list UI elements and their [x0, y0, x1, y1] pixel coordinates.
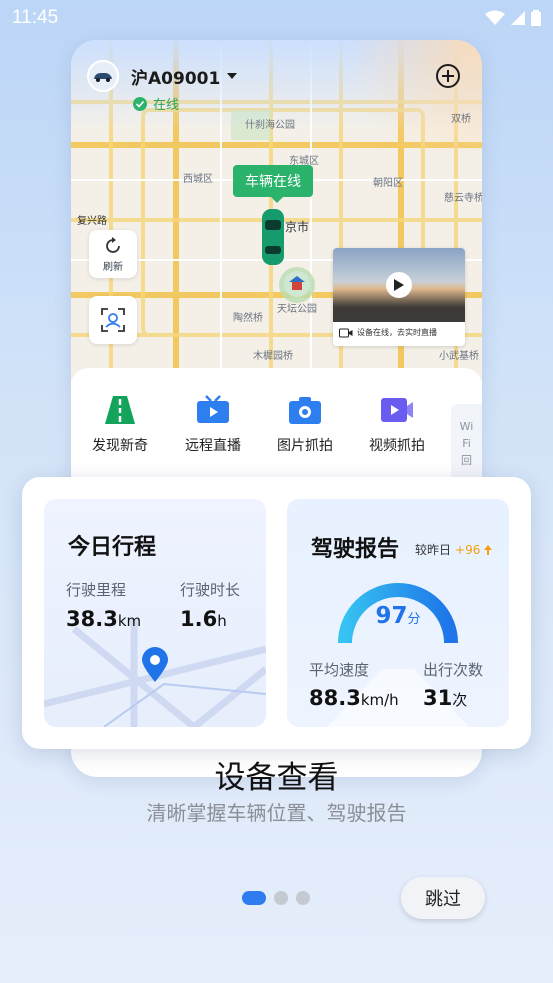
speed-value: 88.3km/h — [309, 686, 399, 710]
page-dot[interactable] — [296, 891, 310, 905]
map-label: 慈云寺桥 — [444, 193, 482, 204]
tv-icon — [196, 393, 230, 427]
map-label: 木樨园桥 — [253, 351, 293, 362]
play-button[interactable] — [386, 272, 412, 298]
mileage-label: 行驶里程 — [66, 581, 127, 599]
car-status-tag: 车辆在线 — [233, 165, 313, 203]
video-thumbnail — [333, 248, 465, 322]
battery-icon — [531, 10, 541, 26]
score-number: 97 — [375, 603, 408, 629]
map-top-glow — [322, 40, 482, 150]
wifi-icon — [485, 10, 505, 25]
onboarding-subtitle: 清晰掌握车辆位置、驾驶报告 — [146, 801, 407, 825]
map-label: 双桥 — [451, 114, 471, 125]
status-icons — [485, 10, 541, 26]
play-icon — [394, 279, 404, 291]
onboarding-title: 设备查看 — [214, 760, 339, 796]
refresh-icon — [106, 236, 120, 253]
location-pin-icon — [142, 647, 168, 682]
page-dot-active[interactable] — [242, 891, 266, 905]
car-marker-icon[interactable] — [261, 208, 285, 266]
map-label: 复兴路 — [77, 216, 107, 227]
map-label: 京市 — [285, 220, 310, 234]
map-label: 西城区 — [183, 174, 213, 185]
chevron-down-icon — [227, 73, 238, 79]
compare-yesterday: 较昨日 +96 — [415, 541, 493, 558]
skip-button[interactable]: 跳过 — [401, 877, 485, 919]
refresh-button[interactable]: 刷新 — [89, 230, 137, 278]
speed-number: 88.3 — [309, 686, 361, 710]
mileage-value: 38.3km — [66, 607, 141, 631]
trips-value: 31次 — [423, 686, 467, 710]
feature-highlight-card: 今日行程 行驶里程 38.3km 行驶时长 1.6h 驾驶报告 较昨日 +96 — [22, 477, 531, 749]
mileage-unit: km — [117, 612, 142, 630]
duration-unit: h — [217, 612, 227, 630]
status-bar: 11:45 — [0, 0, 553, 36]
vehicle-plate: 沪A09001 — [131, 68, 221, 89]
compare-value: +96 — [455, 542, 481, 557]
duration-value: 1.6h — [180, 607, 227, 631]
check-circle-icon — [133, 96, 147, 111]
locate-button[interactable] — [89, 296, 137, 344]
side-tab-line: Wi — [459, 420, 474, 433]
live-video-preview[interactable]: 设备在线，去实时直播 — [333, 248, 465, 346]
side-tab-line: 回 — [461, 454, 472, 467]
road-icon — [103, 393, 137, 427]
map-label: 朝阳区 — [373, 178, 403, 189]
driving-report-card[interactable]: 驾驶报告 较昨日 +96 97分 平均速度 88.3km/h 出行次数 31次 — [287, 499, 509, 727]
side-tab-line: Fi — [462, 437, 471, 450]
page-indicator — [242, 891, 310, 905]
temple-icon — [284, 271, 310, 297]
trips-unit: 次 — [452, 691, 468, 709]
trips-label: 出行次数 — [423, 661, 484, 679]
quick-action-discover[interactable]: 发现新奇 — [75, 393, 165, 455]
map-label: 小武基桥 — [439, 351, 479, 362]
report-title: 驾驶报告 — [311, 537, 400, 562]
quick-action-label: 图片抓拍 — [277, 438, 333, 454]
online-status-text: 在线 — [153, 98, 180, 113]
quick-action-live[interactable]: 远程直播 — [168, 393, 258, 455]
vehicle-header: 沪A09001 — [87, 60, 238, 92]
quick-action-label: 发现新奇 — [92, 438, 148, 454]
trip-title: 今日行程 — [68, 535, 157, 560]
map-label: 天坛公园 — [277, 304, 317, 315]
speed-label: 平均速度 — [309, 661, 370, 679]
page-dot[interactable] — [274, 891, 288, 905]
signal-icon — [511, 11, 525, 25]
camera-icon — [288, 393, 322, 427]
duration-number: 1.6 — [180, 607, 218, 631]
refresh-label: 刷新 — [103, 261, 123, 273]
speed-unit: km/h — [360, 691, 399, 709]
add-device-button[interactable] — [436, 64, 460, 88]
score-unit: 分 — [407, 612, 421, 627]
compare-label: 较昨日 — [415, 543, 452, 557]
video-icon — [380, 393, 414, 427]
map-view[interactable]: 东城区 朝阳区 西城区 京市 天坛公园 复兴路 什刹海公园 陶然桥 木樨园桥 小… — [71, 40, 482, 380]
arrow-up-icon — [484, 544, 493, 555]
online-status: 在线 — [133, 94, 179, 113]
video-camera-icon — [339, 328, 353, 337]
map-label: 什刹海公园 — [245, 120, 295, 131]
quick-action-photo[interactable]: 图片抓拍 — [260, 393, 350, 455]
mileage-number: 38.3 — [66, 607, 118, 631]
map-label: 陶然桥 — [233, 313, 263, 324]
plus-icon — [442, 70, 454, 82]
trips-number: 31 — [423, 686, 453, 710]
scan-person-icon — [101, 308, 125, 332]
score-value: 97分 — [365, 603, 431, 629]
quick-action-label: 视频抓拍 — [369, 438, 425, 454]
car-avatar-icon — [94, 73, 112, 82]
duration-label: 行驶时长 — [180, 581, 241, 599]
quick-action-label: 远程直播 — [185, 438, 241, 454]
today-trip-card[interactable]: 今日行程 行驶里程 38.3km 行驶时长 1.6h — [44, 499, 266, 727]
video-caption-text: 设备在线，去实时直播 — [357, 328, 437, 337]
vehicle-selector[interactable]: 沪A09001 — [131, 64, 238, 89]
quick-action-video[interactable]: 视频抓拍 — [352, 393, 442, 455]
status-time: 11:45 — [12, 7, 59, 28]
car-avatar — [87, 60, 119, 92]
video-caption: 设备在线，去实时直播 — [333, 322, 465, 343]
